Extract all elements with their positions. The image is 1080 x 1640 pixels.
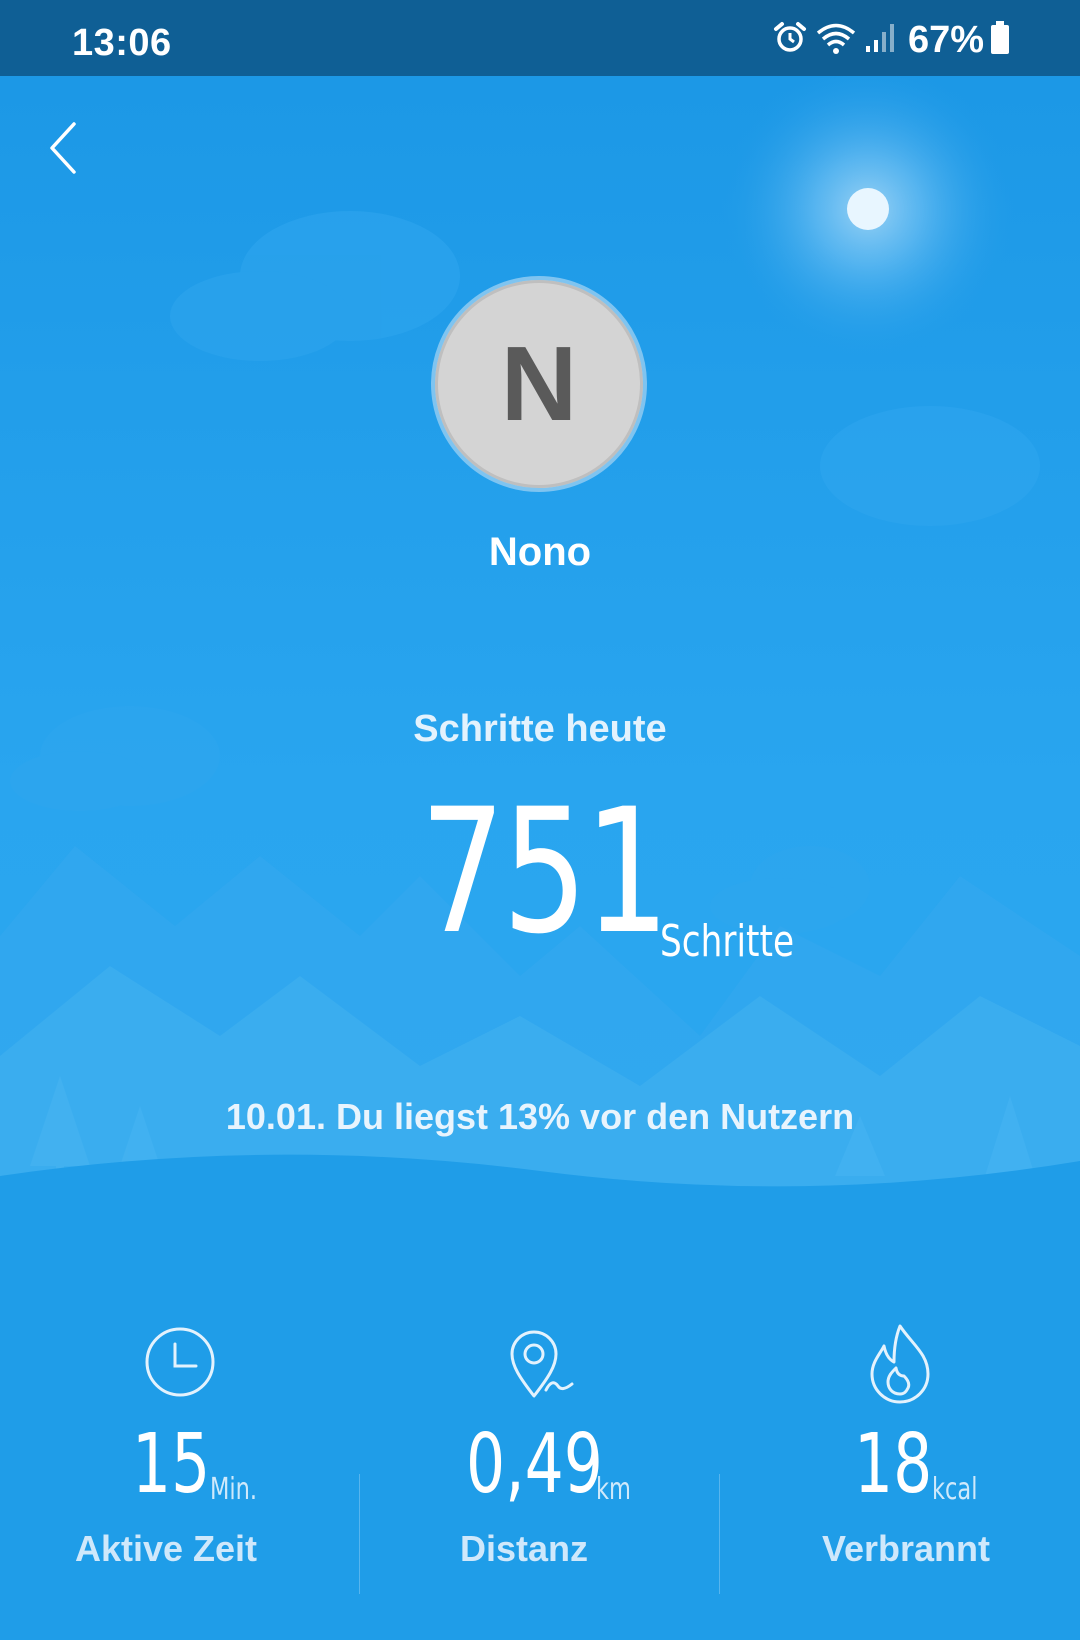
stat-value: 18 [854, 1417, 933, 1512]
stat-calories[interactable]: 18 kcal Verbrannt [720, 1314, 1080, 1614]
battery-icon [990, 20, 1010, 60]
stat-label: Verbrannt [821, 1528, 991, 1569]
stat-active-time[interactable]: 15 Min. Aktive Zeit [0, 1314, 360, 1614]
avatar[interactable]: N [431, 276, 647, 492]
stats-row: 15 Min. Aktive Zeit 0,49 km Distanz 18 k… [0, 1314, 1080, 1614]
stat-unit: Min. [210, 1472, 258, 1507]
steps-counter: 751 Schritte [0, 786, 1080, 976]
stat-unit: km [596, 1472, 631, 1507]
status-time: 13:06 [72, 22, 172, 64]
status-icons: 67% [772, 18, 1010, 61]
status-bar: 13:06 67% [0, 0, 1080, 76]
signal-icon [864, 20, 894, 61]
location-pin-icon [510, 1330, 574, 1398]
stat-value: 0,49 [466, 1417, 603, 1512]
user-name: Nono [488, 530, 592, 574]
battery-percent: 67% [907, 18, 984, 61]
avatar-initial: N [500, 324, 578, 443]
steps-comparison: 10.01. Du liegst 13% vor den Nutzern [225, 1096, 855, 1137]
stat-distance[interactable]: 0,49 km Distanz [360, 1314, 720, 1614]
wifi-icon [814, 20, 858, 61]
steps-unit: Schritte [660, 916, 795, 967]
stat-label: Distanz [459, 1528, 589, 1569]
steps-value: 751 [420, 771, 670, 972]
sun-icon [718, 76, 1018, 359]
steps-title: Schritte heute [413, 708, 667, 750]
stat-value: 15 [132, 1417, 211, 1512]
stat-label: Aktive Zeit [74, 1528, 258, 1569]
activity-screen: N Nono Schritte heute 751 Schritte 10.01… [0, 76, 1080, 1640]
flame-icon [870, 1324, 930, 1404]
back-button[interactable] [42, 116, 92, 180]
alarm-icon [772, 20, 808, 61]
stat-unit: kcal [932, 1472, 978, 1507]
clock-icon [145, 1327, 215, 1397]
chevron-left-icon [50, 122, 76, 174]
